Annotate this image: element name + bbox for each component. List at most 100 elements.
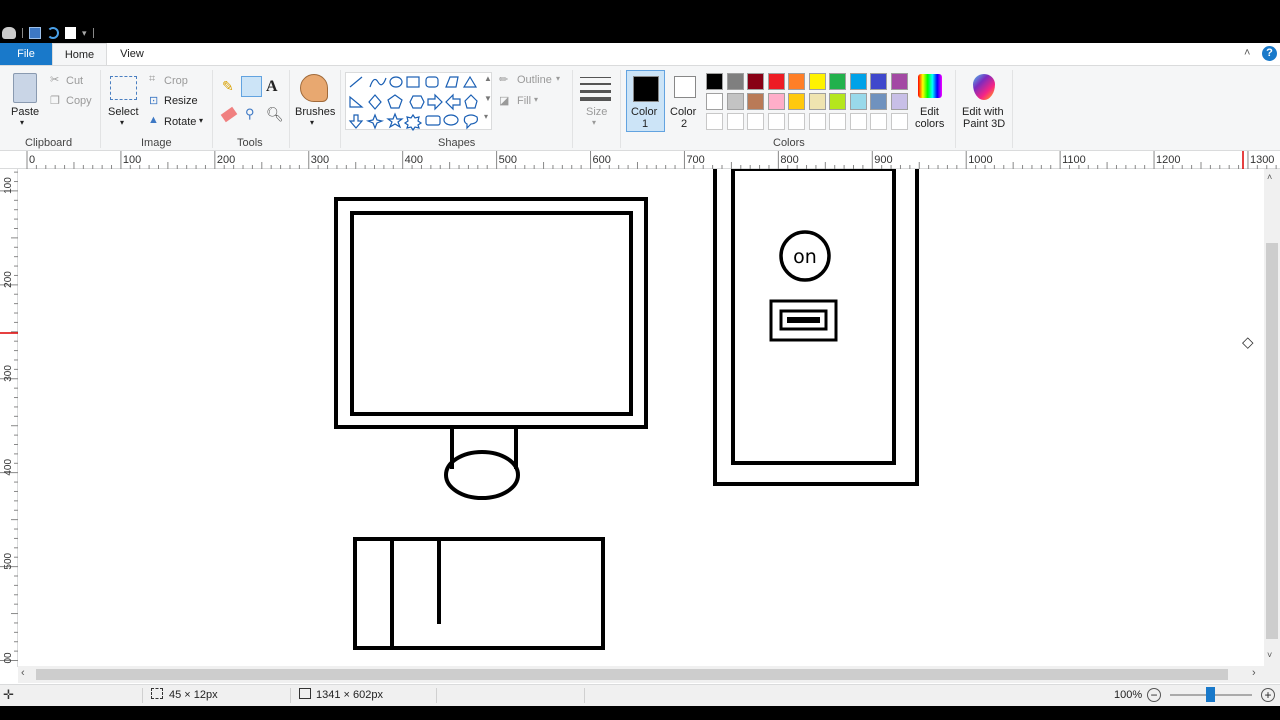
- rotate-dropdown-icon[interactable]: ▾: [199, 116, 203, 125]
- image-size-icon: [299, 688, 311, 699]
- cut-button[interactable]: Cut: [66, 75, 83, 87]
- brushes-icon[interactable]: [300, 74, 328, 102]
- pencil-icon[interactable]: ✎: [222, 78, 234, 95]
- select-dropdown-icon[interactable]: ▾: [120, 118, 124, 127]
- color-picker-icon[interactable]: ⚲: [245, 106, 255, 122]
- canvas-drawing: on: [334, 162, 919, 650]
- edit-colors-icon[interactable]: [918, 74, 942, 98]
- redo-icon[interactable]: [47, 27, 59, 39]
- palette-swatch[interactable]: [829, 113, 846, 130]
- scroll-up-arrow-icon[interactable]: ˄: [1267, 172, 1272, 182]
- shapes-scroll-up-icon[interactable]: ▲: [484, 74, 492, 83]
- brushes-dropdown-icon[interactable]: ▾: [310, 118, 314, 127]
- zoom-in-icon[interactable]: +: [1261, 688, 1275, 702]
- size-button[interactable]: Size: [586, 106, 607, 118]
- palette-swatch[interactable]: [747, 73, 764, 90]
- palette-swatch[interactable]: [706, 113, 723, 130]
- help-icon[interactable]: ?: [1262, 46, 1277, 61]
- palette-swatch[interactable]: [890, 93, 908, 110]
- paint3d-icon[interactable]: [973, 74, 995, 100]
- select-icon[interactable]: [110, 76, 137, 100]
- palette-swatch[interactable]: [890, 113, 908, 130]
- paste-icon[interactable]: [13, 73, 37, 103]
- eraser-icon[interactable]: [220, 106, 238, 123]
- palette-swatch[interactable]: [706, 73, 723, 90]
- tab-home[interactable]: Home: [52, 43, 107, 65]
- vertical-scroll-thumb[interactable]: [1266, 243, 1278, 639]
- palette-swatch[interactable]: [788, 73, 805, 90]
- horizontal-scrollbar[interactable]: ‹ ›: [18, 666, 1264, 683]
- customize-qat-icon[interactable]: ▾: [82, 28, 87, 39]
- ruler-label: 400: [3, 459, 14, 476]
- palette-swatch[interactable]: [726, 113, 744, 130]
- palette-swatch[interactable]: [870, 73, 887, 90]
- palette-swatch[interactable]: [767, 93, 785, 110]
- shapes-gallery[interactable]: [345, 72, 492, 132]
- paste-dropdown-icon[interactable]: ▾: [20, 118, 24, 127]
- horizontal-scroll-thumb[interactable]: [36, 669, 1228, 680]
- minimize-ribbon-icon[interactable]: ˄: [1244, 47, 1250, 59]
- palette-swatch[interactable]: [808, 113, 826, 130]
- copy-button[interactable]: Copy: [66, 95, 92, 107]
- save-icon[interactable]: [29, 27, 41, 39]
- edit-paint3d-label-line1[interactable]: Edit with: [962, 106, 1004, 118]
- size-dropdown-icon[interactable]: ▾: [592, 118, 596, 127]
- scroll-down-arrow-icon[interactable]: ˅: [1267, 650, 1272, 660]
- palette-swatch[interactable]: [829, 93, 846, 110]
- palette-swatch[interactable]: [849, 73, 867, 90]
- palette-swatch[interactable]: [808, 93, 826, 110]
- palette-swatch[interactable]: [808, 73, 826, 90]
- select-button[interactable]: Select: [108, 106, 139, 118]
- shapes-expand-icon[interactable]: ▾: [484, 112, 488, 121]
- color1-swatch: [632, 76, 659, 102]
- drawing-canvas[interactable]: on ◇: [18, 162, 1264, 666]
- crop-button[interactable]: Crop: [164, 75, 188, 87]
- palette-swatch[interactable]: [767, 113, 785, 130]
- shapes-scroll-down-icon[interactable]: ▼: [484, 94, 492, 103]
- color1-label: Color: [631, 106, 658, 118]
- fill-cursor-icon: ◇: [1242, 334, 1254, 351]
- edit-paint3d-label-line2[interactable]: Paint 3D: [963, 118, 1005, 130]
- fill-button[interactable]: Fill: [517, 95, 531, 107]
- color2-swatch[interactable]: [674, 76, 696, 98]
- vertical-ruler-ticks: 100 200 300 400 500 00: [0, 171, 18, 664]
- palette-swatch[interactable]: [849, 113, 867, 130]
- palette-swatch[interactable]: [788, 113, 805, 130]
- palette-swatch[interactable]: [829, 73, 846, 90]
- vertical-scrollbar[interactable]: ˄ ˅: [1264, 169, 1280, 666]
- brushes-button[interactable]: Brushes: [295, 106, 335, 118]
- fill-bucket-icon[interactable]: [241, 76, 262, 97]
- edit-colors-label-line1[interactable]: Edit: [920, 106, 939, 118]
- palette-swatch[interactable]: [870, 93, 887, 110]
- quick-access-toolbar: ▾: [0, 24, 94, 42]
- palette-swatch[interactable]: [726, 93, 744, 110]
- zoom-out-icon[interactable]: −: [1147, 688, 1161, 702]
- palette-swatch[interactable]: [870, 113, 887, 130]
- paste-button[interactable]: Paste: [11, 106, 39, 118]
- palette-swatch[interactable]: [747, 93, 764, 110]
- new-file-icon[interactable]: [65, 27, 76, 39]
- paint-app-icon[interactable]: [2, 27, 16, 39]
- magnifier-icon[interactable]: 🔍︎: [266, 106, 284, 123]
- zoom-slider-thumb[interactable]: [1206, 687, 1215, 702]
- ruler-label: 00: [3, 652, 14, 664]
- outline-button[interactable]: Outline: [517, 74, 552, 86]
- scroll-right-arrow-icon[interactable]: ›: [1252, 667, 1256, 679]
- palette-swatch[interactable]: [849, 93, 867, 110]
- fill-dropdown-icon[interactable]: ▾: [534, 95, 538, 104]
- text-icon[interactable]: A: [266, 78, 278, 96]
- palette-swatch[interactable]: [890, 73, 908, 90]
- tab-view[interactable]: View: [107, 43, 157, 65]
- resize-button[interactable]: Resize: [164, 95, 198, 107]
- tab-file[interactable]: File: [0, 43, 52, 65]
- palette-swatch[interactable]: [788, 93, 805, 110]
- outline-dropdown-icon[interactable]: ▾: [556, 74, 560, 83]
- palette-swatch[interactable]: [767, 73, 785, 90]
- palette-swatch[interactable]: [726, 73, 744, 90]
- rotate-button[interactable]: Rotate: [164, 116, 196, 128]
- size-icon[interactable]: [580, 74, 611, 102]
- palette-swatch[interactable]: [747, 113, 764, 130]
- scroll-left-arrow-icon[interactable]: ‹: [21, 667, 25, 679]
- palette-swatch[interactable]: [706, 93, 723, 110]
- edit-colors-label-line2[interactable]: colors: [915, 118, 944, 130]
